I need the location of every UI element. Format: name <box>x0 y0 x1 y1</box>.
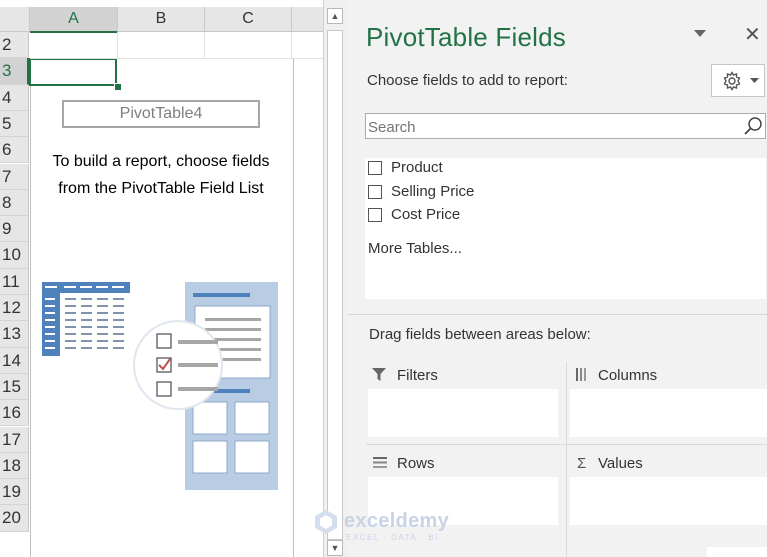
row-header-5[interactable]: 5 <box>0 110 29 138</box>
pane-splitter[interactable] <box>348 314 767 315</box>
status-area-edge <box>707 547 767 557</box>
sigma-icon: Σ <box>577 455 587 472</box>
close-icon[interactable]: ✕ <box>744 22 761 47</box>
row-header-7[interactable]: 7 <box>0 163 29 190</box>
row-header-4[interactable]: 4 <box>0 84 29 111</box>
scrollbar-thumb[interactable] <box>327 30 343 540</box>
watermark-name: exceldemy <box>344 510 449 532</box>
row-header-15[interactable]: 15 <box>0 373 29 401</box>
row-header-2[interactable]: 2 <box>0 32 29 59</box>
field-label-product: Product <box>391 159 443 176</box>
column-header-d-partial[interactable] <box>292 7 323 32</box>
fill-handle[interactable] <box>114 83 122 91</box>
row-header-11[interactable]: 11 <box>0 268 29 295</box>
pane-title: PivotTable Fields <box>366 22 566 52</box>
more-tables-link[interactable]: More Tables... <box>368 240 462 257</box>
filter-icon <box>372 368 386 381</box>
row-header-13[interactable]: 13 <box>0 321 29 348</box>
chevron-down-icon[interactable] <box>694 27 706 41</box>
field-checkbox-cost-price[interactable] <box>368 208 382 222</box>
pivot-help-line-2: from the PivotTable Field List <box>58 180 264 197</box>
exceldemy-logo-icon <box>315 510 337 534</box>
values-drop-zone[interactable] <box>570 477 767 525</box>
select-all-corner[interactable] <box>0 7 30 32</box>
gear-icon <box>723 71 741 91</box>
watermark-tagline: EXCEL · DATA · BI <box>346 533 439 542</box>
grid-line <box>30 58 323 60</box>
rows-area-label: Rows <box>397 455 435 472</box>
column-header-c[interactable]: C <box>205 7 292 32</box>
row-header-16[interactable]: 16 <box>0 400 29 427</box>
pivot-help-line-1: To build a report, choose fields <box>52 153 270 170</box>
row-header-6[interactable]: 6 <box>0 137 29 164</box>
chevron-down-icon <box>750 78 759 83</box>
search-icon[interactable] <box>743 116 763 136</box>
field-checkbox-product[interactable] <box>368 161 382 175</box>
scroll-down-arrow-icon[interactable]: ▼ <box>327 540 343 556</box>
rows-icon <box>373 457 387 468</box>
column-header-a[interactable]: A <box>30 7 118 33</box>
pivot-help-text: To build a report, choose fields from th… <box>30 148 292 202</box>
row-header-19[interactable]: 19 <box>0 479 29 506</box>
field-list-box <box>365 158 766 299</box>
active-cell-a3[interactable] <box>29 58 117 86</box>
columns-icon <box>576 368 586 381</box>
row-header-8[interactable]: 8 <box>0 189 29 217</box>
spreadsheet-grid[interactable]: A B C 2 3 4 5 6 7 8 9 10 11 12 13 14 15 16 17 18 19 20 Piv… <box>0 0 323 557</box>
scroll-up-arrow-icon[interactable]: ▲ <box>327 8 343 24</box>
row-header-17[interactable]: 17 <box>0 426 29 453</box>
area-divider-vertical <box>566 362 567 557</box>
pivot-illustration <box>42 282 278 490</box>
row-header-18[interactable]: 18 <box>0 452 29 480</box>
field-label-cost-price: Cost Price <box>391 206 461 223</box>
area-divider-horizontal <box>366 444 767 445</box>
column-header-b[interactable]: B <box>118 7 205 32</box>
columns-area-label: Columns <box>598 367 658 384</box>
row-header-9[interactable]: 9 <box>0 216 29 243</box>
field-label-selling-price: Selling Price <box>391 183 475 200</box>
table-icon <box>42 282 130 356</box>
field-list-tools-button[interactable] <box>711 64 765 97</box>
columns-drop-zone[interactable] <box>570 389 767 437</box>
choose-fields-label: Choose fields to add to report: <box>367 72 568 89</box>
drag-fields-label: Drag fields between areas below: <box>369 326 591 343</box>
row-header-3[interactable]: 3 <box>0 58 29 85</box>
field-search-box[interactable] <box>365 113 766 140</box>
row-header-14[interactable]: 14 <box>0 347 29 374</box>
values-area-label: Values <box>598 455 643 472</box>
checklist-icon <box>133 320 223 410</box>
field-checkbox-selling-price[interactable] <box>368 185 382 199</box>
row-header-12[interactable]: 12 <box>0 295 29 322</box>
row-header-20[interactable]: 20 <box>0 505 29 532</box>
filters-drop-zone[interactable] <box>368 389 558 437</box>
search-input[interactable] <box>366 114 740 140</box>
filters-area-label: Filters <box>397 367 438 384</box>
row-header-10[interactable]: 10 <box>0 242 29 269</box>
pivot-table-name: PivotTable4 <box>62 100 260 128</box>
